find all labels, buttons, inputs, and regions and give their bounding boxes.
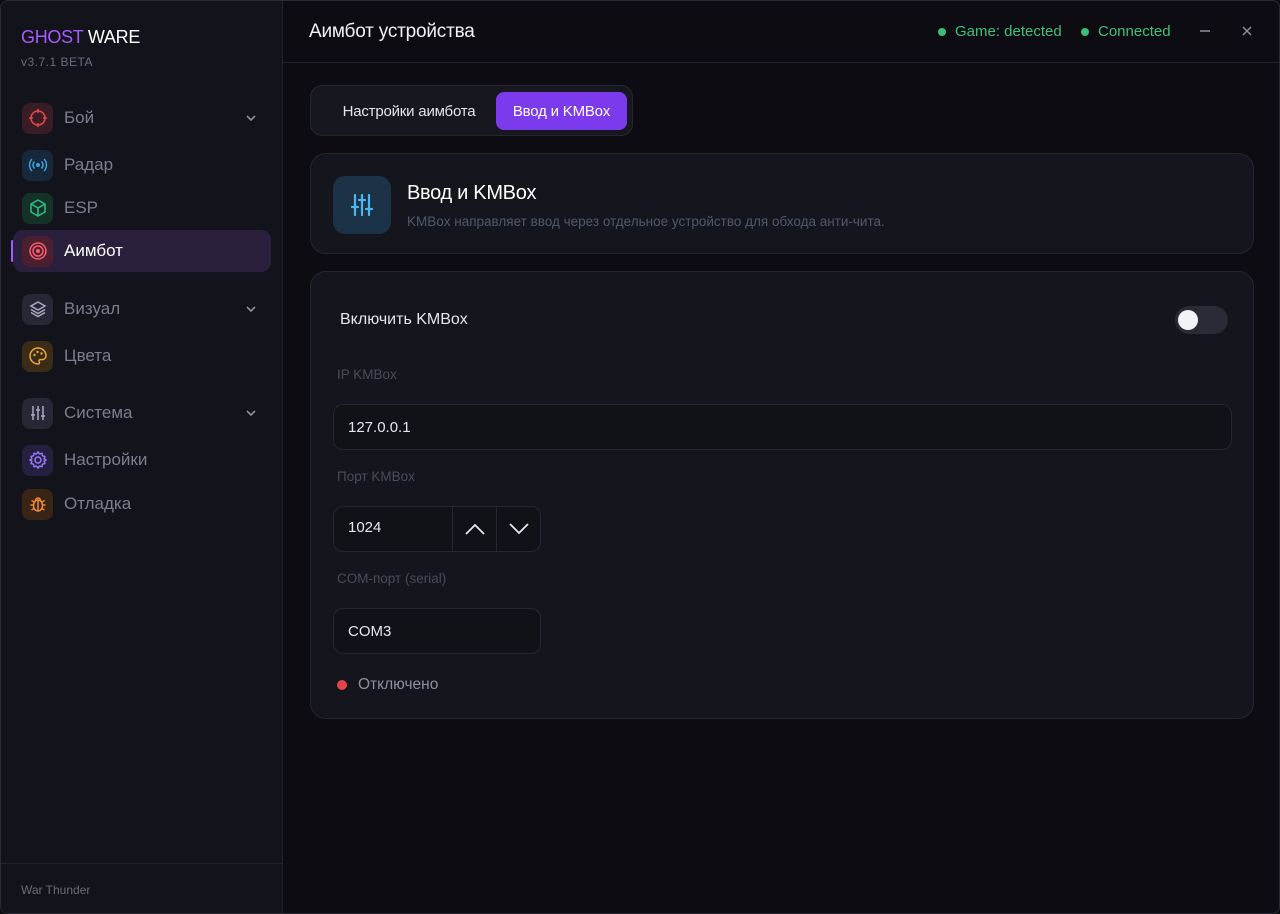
- status-dot: [1081, 27, 1089, 36]
- settings-card: Включить KMBox IP KMBox 127.0.0.1 Порт K…: [310, 271, 1254, 719]
- info-card: Ввод и KMBox KMBox направляет ввод через…: [310, 153, 1254, 254]
- close-button[interactable]: [1235, 19, 1259, 43]
- sidebar-item-label: Радар: [64, 155, 114, 174]
- chevron-down-icon[interactable]: [243, 110, 259, 126]
- sidebar-item-aimbot[interactable]: Аимбот: [13, 230, 271, 272]
- port-value: 1024: [348, 519, 382, 536]
- chevron-down-icon: [508, 523, 529, 535]
- sidebar-item-settings[interactable]: Настройки: [13, 439, 271, 481]
- toggle-knob: [1178, 310, 1198, 330]
- sidebar-item-label: Система: [64, 403, 133, 422]
- status-connection-text: Connected: [1098, 23, 1171, 40]
- bug-icon: [22, 488, 53, 520]
- port-stepper[interactable]: 1024: [333, 506, 541, 552]
- header: Аимбот устройства Game: detected Connect…: [283, 1, 1279, 63]
- cube-icon: [22, 192, 53, 224]
- palette-icon: [22, 340, 53, 372]
- sidebar-item-combat[interactable]: Бой: [13, 97, 271, 139]
- sliders-icon: [333, 176, 391, 234]
- chevron-up-icon: [464, 523, 485, 535]
- sidebar-item-system[interactable]: Система: [13, 392, 271, 434]
- connection-status-text: Отключено: [358, 676, 439, 693]
- com-value: COM3: [348, 622, 392, 640]
- increment-button[interactable]: [452, 507, 496, 551]
- info-description: KMBox направляет ввод через отдельное ус…: [407, 214, 885, 229]
- tab-aimbot-settings[interactable]: Настройки аимбота: [319, 92, 499, 130]
- minimize-icon: [1200, 30, 1210, 32]
- close-icon: [1242, 26, 1252, 36]
- brand-part2: WARE: [87, 27, 141, 47]
- sidebar-item-label: Настройки: [64, 450, 148, 469]
- enable-kmbox-label: Включить KMBox: [340, 311, 468, 328]
- decrement-button[interactable]: [496, 507, 540, 551]
- version-label: v3.7.1 BETA: [21, 55, 93, 69]
- sidebar-item-label: Отладка: [64, 494, 132, 513]
- status-dot: [938, 27, 946, 36]
- status-connection: Connected: [1081, 23, 1171, 40]
- sidebar-item-label: Аимбот: [64, 241, 123, 260]
- radar-icon: [22, 149, 53, 181]
- com-port-input[interactable]: COM3: [333, 608, 541, 654]
- tab-bar: Настройки аимбота Ввод и KMBox: [310, 85, 633, 136]
- ip-input[interactable]: 127.0.0.1: [333, 404, 1232, 450]
- gear-icon: [22, 444, 53, 476]
- port-label: Порт KMBox: [337, 469, 415, 484]
- enable-kmbox-toggle[interactable]: [1175, 306, 1228, 334]
- tab-input-kmbox[interactable]: Ввод и KMBox: [496, 92, 627, 130]
- sidebar-divider: [1, 863, 283, 864]
- sidebar-item-label: Цвета: [64, 346, 112, 365]
- page-title: Аимбот устройства: [309, 21, 475, 42]
- ip-label: IP KMBox: [337, 367, 397, 382]
- com-label: COM-порт (serial): [337, 571, 447, 586]
- chevron-down-icon[interactable]: [243, 405, 259, 421]
- sidebar-item-radar[interactable]: Радар: [13, 144, 271, 186]
- brand-part1: GHOST: [21, 27, 84, 47]
- crosshair-icon: [22, 102, 53, 134]
- chevron-down-icon[interactable]: [243, 301, 259, 317]
- game-name: War Thunder: [21, 883, 91, 897]
- sidebar-item-esp[interactable]: ESP: [13, 187, 271, 229]
- info-title: Ввод и KMBox: [407, 182, 537, 204]
- status-game: Game: detected: [938, 23, 1062, 40]
- sidebar-item-colors[interactable]: Цвета: [13, 335, 271, 377]
- app-window: GHOST WARE v3.7.1 BETA Бой Радар ESP Аим…: [0, 0, 1280, 914]
- sidebar-item-label: Визуал: [64, 299, 121, 318]
- status-dot: [337, 680, 347, 690]
- sidebar-item-debug[interactable]: Отладка: [13, 483, 271, 525]
- target-icon: [22, 235, 53, 267]
- sidebar-item-label: ESP: [64, 198, 99, 217]
- sidebar-item-label: Бой: [64, 108, 95, 127]
- status-game-text: Game: detected: [955, 23, 1062, 40]
- connection-status: Отключено: [337, 676, 438, 694]
- app-logo: GHOST WARE: [21, 27, 140, 48]
- sidebar: GHOST WARE v3.7.1 BETA Бой Радар ESP Аим…: [1, 1, 283, 913]
- layers-icon: [22, 293, 53, 325]
- ip-value: 127.0.0.1: [348, 418, 411, 436]
- sidebar-item-visual[interactable]: Визуал: [13, 288, 271, 330]
- sliders-icon: [22, 397, 53, 429]
- minimize-button[interactable]: [1193, 19, 1217, 43]
